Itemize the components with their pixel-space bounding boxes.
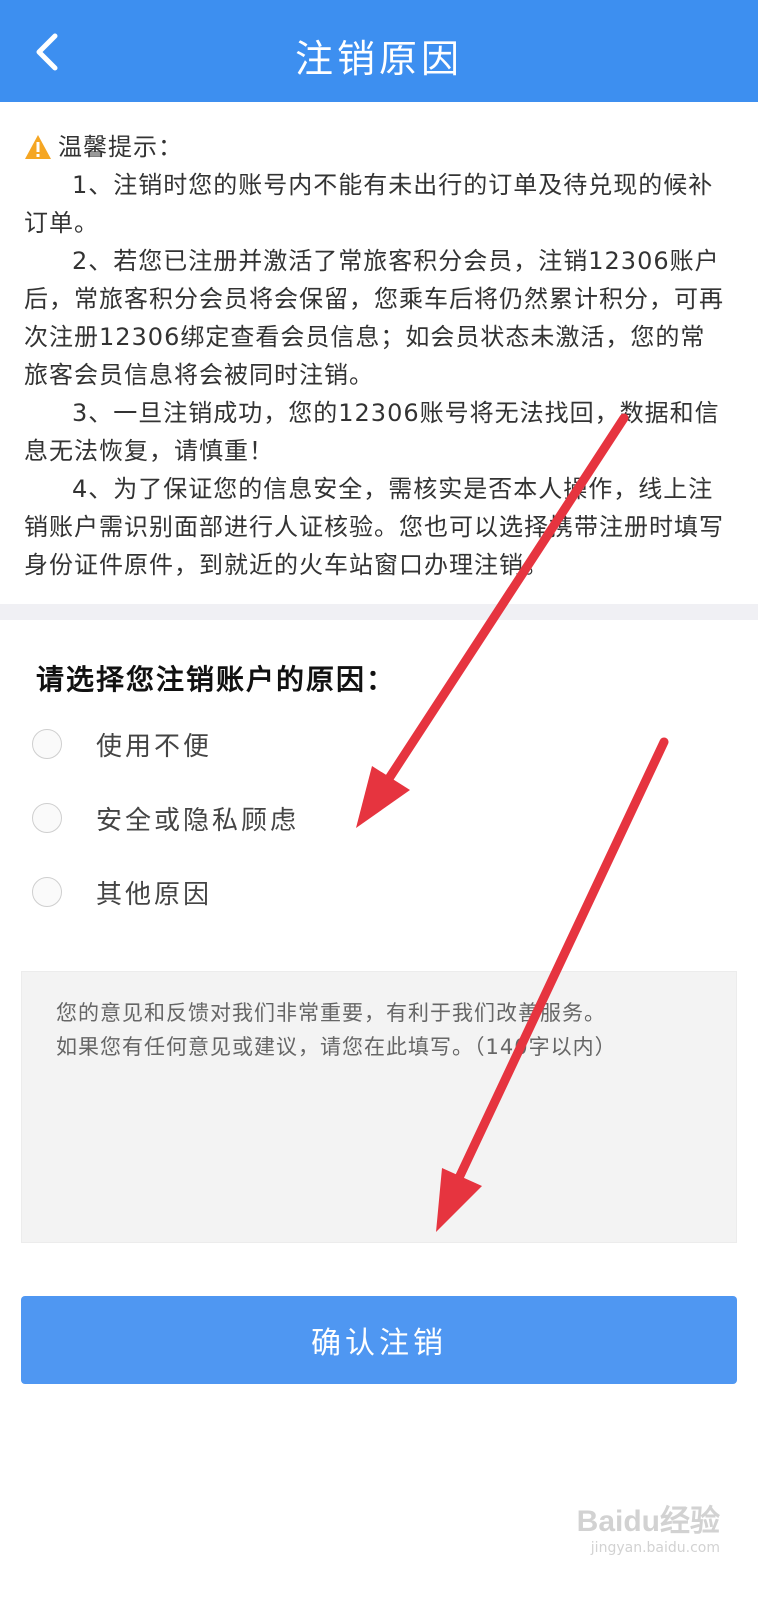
notice-section: 温馨提示： 1、注销时您的账号内不能有未出行的订单及待兑现的候补订单。 2、若您… [24,128,730,584]
section-divider [0,604,758,620]
option-label: 使用不便 [96,731,213,762]
page-title: 注销原因 [294,37,463,81]
watermark-logo: Baidu经验 [576,1505,720,1538]
reason-option-privacy[interactable]: 安全或隐私顾虑 [32,798,299,838]
radio-button[interactable] [32,877,62,907]
notice-item: 3、一旦注销成功，您的12306账号将无法找回，数据和信息无法恢复，请慎重！ [24,399,720,465]
watermark-url: jingyan.baidu.com [590,1540,720,1556]
option-label: 其他原因 [96,879,213,910]
option-label: 安全或隐私顾虑 [96,805,300,836]
notice-heading: 温馨提示： [58,133,183,161]
radio-button[interactable] [32,803,62,833]
reason-option-inconvenient[interactable]: 使用不便 [32,724,212,764]
baidu-watermark: Baidu经验 jingyan.baidu.com [577,1496,720,1556]
reason-section-title: 请选择您注销账户的原因： [36,663,397,696]
confirm-cancel-account-button[interactable]: 确认注销 [21,1296,737,1384]
notice-item: 2、若您已注册并激活了常旅客积分会员，注销12306账户后，常旅客积分会员将会保… [24,247,724,389]
radio-button[interactable] [32,729,62,759]
notice-header: 温馨提示： [24,128,730,166]
app-header: 注销原因 [0,0,758,102]
reason-option-other[interactable]: 其他原因 [32,872,212,912]
notice-item: 4、为了保证您的信息安全，需核实是否本人操作，线上注销账户需识别面部进行人证核验… [24,475,724,579]
feedback-textarea[interactable] [21,971,737,1243]
warning-icon [25,135,51,159]
notice-item: 1、注销时您的账号内不能有未出行的订单及待兑现的候补订单。 [24,171,714,237]
